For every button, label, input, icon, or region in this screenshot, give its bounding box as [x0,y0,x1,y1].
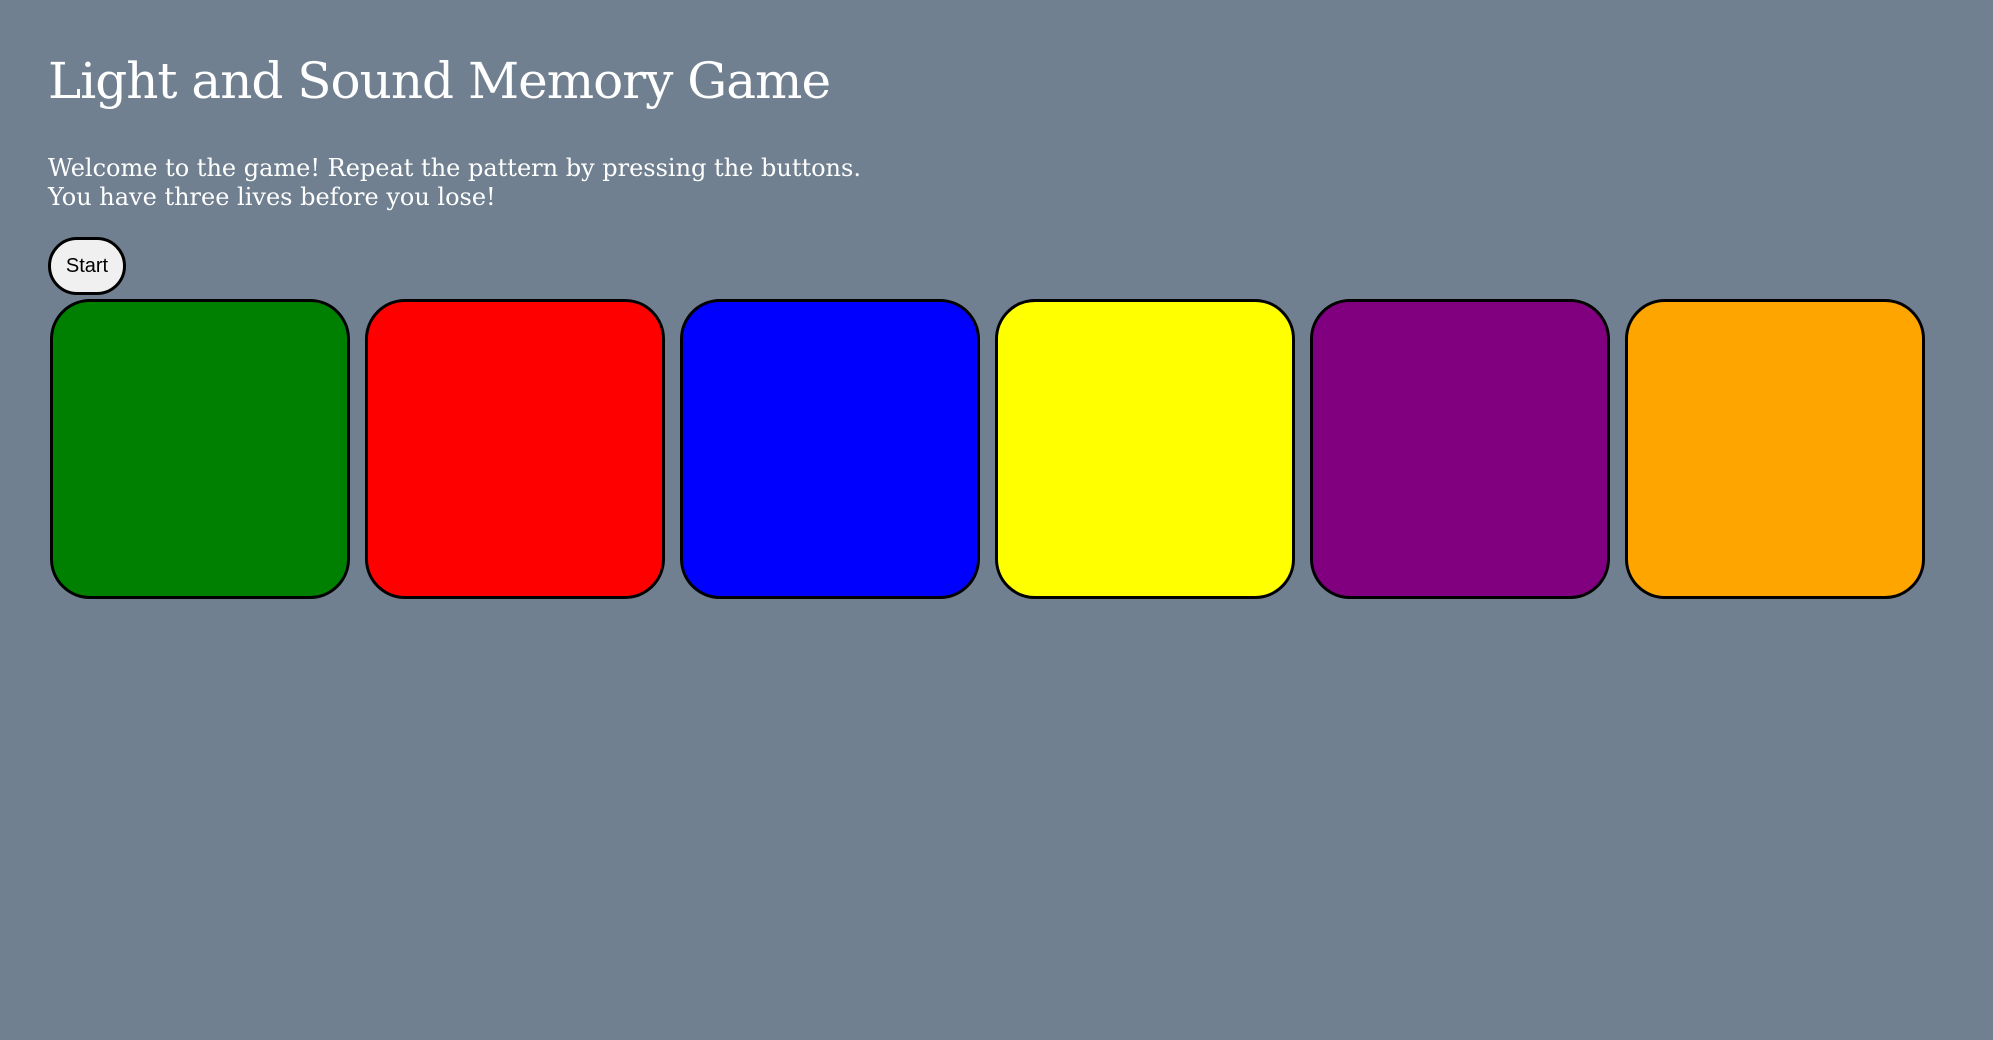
game-button-yellow[interactable] [995,299,1295,599]
game-button-area [50,299,1925,599]
game-button-blue[interactable] [680,299,980,599]
game-button-purple[interactable] [1310,299,1610,599]
instructions: Welcome to the game! Repeat the pattern … [48,154,861,212]
game-button-red[interactable] [365,299,665,599]
page-title: Light and Sound Memory Game [48,52,831,110]
game-button-green[interactable] [50,299,350,599]
start-button[interactable]: Start [48,237,126,295]
instructions-line-1: Welcome to the game! Repeat the pattern … [48,154,861,182]
game-button-orange[interactable] [1625,299,1925,599]
instructions-line-2: You have three lives before you lose! [48,183,496,211]
